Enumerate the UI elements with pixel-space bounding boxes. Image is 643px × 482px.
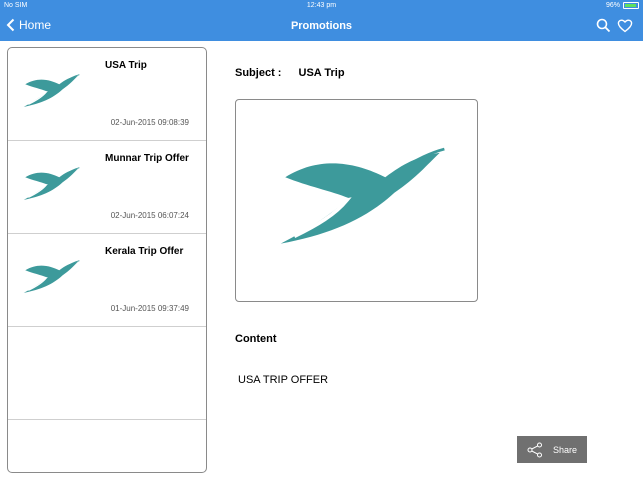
- heart-icon[interactable]: [617, 18, 633, 33]
- promotions-list[interactable]: USA Trip 02-Jun-2015 09:08:39 Munnar Tri…: [7, 47, 207, 473]
- item-title: Munnar Trip Offer: [105, 153, 189, 164]
- item-date: 01-Jun-2015 09:37:49: [110, 304, 189, 313]
- promotion-image: [235, 99, 478, 302]
- bird-logo-image: [280, 147, 445, 244]
- subject-label: Subject :: [235, 67, 282, 79]
- content-heading: Content: [235, 333, 277, 345]
- subject-value: USA Trip: [298, 67, 345, 79]
- item-date: 02-Jun-2015 09:08:39: [110, 118, 189, 127]
- page-title: Promotions: [290, 20, 353, 32]
- battery-icon: [623, 2, 639, 9]
- share-label: Share: [552, 444, 578, 455]
- share-button[interactable]: Share: [517, 436, 587, 463]
- navigation-bar: Home Promotions: [0, 12, 643, 41]
- logo-thumbnail: [23, 260, 80, 293]
- search-icon[interactable]: [596, 18, 611, 33]
- logo-thumbnail: [23, 167, 80, 200]
- empty-list-row: [8, 327, 206, 420]
- logo-thumbnail: [23, 74, 80, 107]
- battery-percent: 96%: [605, 2, 620, 9]
- status-bar: No SIM 12:43 pm 96%: [0, 0, 643, 12]
- list-item[interactable]: Munnar Trip Offer 02-Jun-2015 06:07:24: [8, 141, 206, 234]
- content-text: USA TRIP OFFER: [238, 374, 329, 386]
- list-item[interactable]: Kerala Trip Offer 01-Jun-2015 09:37:49: [8, 234, 206, 327]
- item-date: 02-Jun-2015 06:07:24: [110, 211, 189, 220]
- status-time: 12:43 pm: [306, 2, 337, 9]
- share-icon: [527, 442, 542, 457]
- list-item[interactable]: USA Trip 02-Jun-2015 09:08:39: [8, 48, 206, 141]
- subject-line: Subject : USA Trip: [235, 67, 345, 79]
- item-title: USA Trip: [105, 60, 147, 71]
- battery-status: 96%: [606, 2, 639, 9]
- item-title: Kerala Trip Offer: [105, 246, 184, 257]
